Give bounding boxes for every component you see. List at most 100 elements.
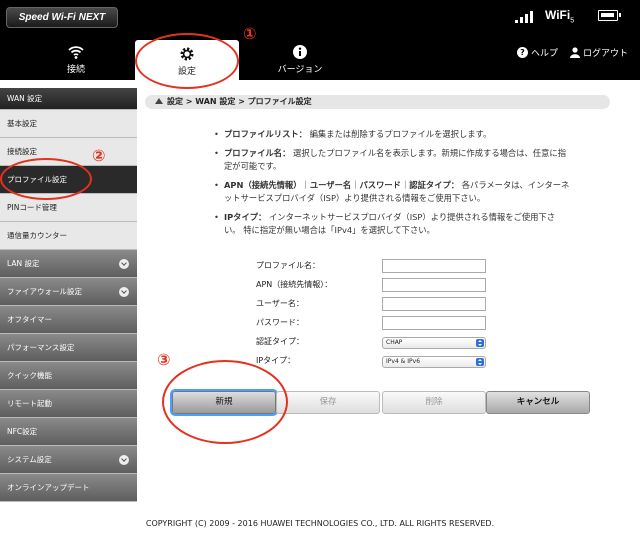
cancel-button[interactable]: キャンセル [486, 391, 590, 414]
status-bar: Speed Wi-Fi NEXT WiFi5 [0, 0, 640, 36]
tab-version-label: バージョン [277, 65, 323, 75]
signal-icon [515, 11, 537, 23]
sidebar-item-label: NFC設定 [7, 427, 38, 436]
info-term: APN（接続先情報） [224, 180, 302, 190]
sidebar-item-pin-management[interactable]: PINコード管理 [0, 194, 137, 222]
logout-link[interactable]: ログアウト [569, 46, 628, 59]
info-icon [293, 45, 307, 59]
sidebar-item-basic-settings[interactable]: 基本設定 [0, 110, 137, 138]
sidebar-item-label: リモート起動 [7, 399, 52, 408]
username-input[interactable] [382, 297, 486, 311]
sidebar-item-quick-function[interactable]: クイック機能 [0, 362, 137, 390]
info-text: 編集または削除するプロファイルを選択します。 [306, 129, 492, 139]
product-logo: Speed Wi-Fi NEXT [6, 7, 118, 28]
username-label: ユーザー名： [256, 299, 304, 308]
profile-name-input[interactable] [382, 259, 486, 273]
info-term: パスワード [359, 180, 401, 190]
wifi-label: WiFi [545, 8, 571, 22]
profile-name-label: プロファイル名： [256, 261, 320, 270]
sidebar: WAN 設定 基本設定 接続設定 プロファイル設定 PINコード管理 通信量カウ… [0, 88, 137, 502]
auth-type-value: CHAP [386, 339, 403, 346]
sidebar-item-label: 基本設定 [7, 119, 37, 128]
sidebar-item-label: パフォーマンス設定 [7, 343, 75, 352]
save-button[interactable]: 保存 [276, 391, 380, 414]
delete-button[interactable]: 削除 [382, 391, 486, 414]
triangle-up-icon [155, 98, 163, 104]
auth-type-select[interactable]: CHAP [382, 337, 486, 349]
annotation-ring-profile [0, 158, 92, 200]
select-arrows-icon [476, 339, 484, 347]
battery-icon [598, 10, 621, 21]
annotation-ring-settings [135, 33, 239, 89]
username-row: ユーザー名： [256, 296, 496, 312]
wifi-status: WiFi5 [545, 8, 574, 24]
sidebar-item-label: システム設定 [7, 455, 52, 464]
sidebar-item-wan-settings[interactable]: WAN 設定 [0, 88, 137, 110]
sidebar-item-traffic-counter[interactable]: 通信量カウンター [0, 222, 137, 250]
info-term: プロファイル名： [224, 148, 291, 158]
wifi-band: 5 [570, 17, 575, 25]
tab-connection-label: 接続 [66, 65, 85, 75]
sidebar-item-label: オフタイマー [7, 315, 52, 324]
auth-type-label: 認証タイプ： [256, 337, 304, 346]
password-input[interactable] [382, 316, 486, 330]
sidebar-item-label: WAN 設定 [7, 94, 43, 103]
help-icon: ? [516, 47, 528, 58]
annotation-mark-3: ③ [157, 350, 171, 369]
copyright-footer: COPYRIGHT (C) 2009 - 2016 HUAWEI TECHNOL… [145, 519, 495, 528]
chevron-down-icon [119, 455, 129, 465]
apn-label: APN（接続先情報）： [256, 280, 333, 289]
auth-type-row: 認証タイプ： CHAP [256, 334, 496, 350]
logout-label: ログアウト [582, 49, 628, 59]
header-actions: ? ヘルプ ログアウト [516, 46, 628, 59]
sidebar-item-performance-settings[interactable]: パフォーマンス設定 [0, 334, 137, 362]
annotation-mark-2: ② [92, 146, 106, 165]
main-nav: 接続 設定 バージョン ? ヘルプ ログアウト [0, 36, 640, 80]
apn-row: APN（接続先情報）： [256, 277, 496, 293]
annotation-ring-new [162, 360, 288, 444]
info-ip-type: IPタイプ： インターネットサービスプロバイダ（ISP）より提供される情報をご使… [210, 211, 570, 237]
info-term: 認証タイプ： [409, 180, 460, 190]
info-text: インターネットサービスプロバイダ（ISP）より提供される情報をご使用下さい。 特… [224, 212, 556, 235]
password-label: パスワード： [256, 318, 304, 327]
help-label: ヘルプ [530, 49, 558, 59]
sidebar-item-firewall-settings[interactable]: ファイアウォール設定 [0, 278, 137, 306]
ip-type-value: IPv4 & IPv6 [386, 358, 421, 365]
info-term: ユーザー名 [309, 180, 352, 190]
ip-type-label: IPタイプ： [256, 356, 296, 365]
select-arrows-icon [476, 358, 484, 366]
tab-version[interactable]: バージョン [248, 36, 352, 80]
wifi-icon [68, 46, 84, 59]
sidebar-item-remote-wakeup[interactable]: リモート起動 [0, 390, 137, 418]
info-apn-params: APN（接続先情報）｜ユーザー名｜パスワード｜認証タイプ： 各パラメータは、イン… [210, 179, 570, 205]
ip-type-row: IPタイプ： IPv4 & IPv6 [256, 353, 496, 369]
help-description: プロファイルリスト： 編集または削除するプロファイルを選択します。 プロファイル… [210, 128, 570, 243]
sidebar-item-label: LAN 設定 [7, 259, 40, 268]
breadcrumb: 設定 > WAN 設定 > プロファイル設定 [145, 95, 610, 109]
sidebar-item-online-update[interactable]: オンラインアップデート [0, 474, 137, 502]
sidebar-item-label: クイック機能 [7, 371, 52, 380]
help-link[interactable]: ? ヘルプ [516, 46, 558, 59]
user-icon [569, 47, 580, 58]
sidebar-item-off-timer[interactable]: オフタイマー [0, 306, 137, 334]
chevron-down-icon [119, 287, 129, 297]
chevron-down-icon [119, 259, 129, 269]
info-profile-list: プロファイルリスト： 編集または削除するプロファイルを選択します。 [210, 128, 570, 141]
apn-input[interactable] [382, 278, 486, 292]
sidebar-item-nfc-settings[interactable]: NFC設定 [0, 418, 137, 446]
sidebar-item-label: 通信量カウンター [7, 231, 67, 240]
ip-type-select[interactable]: IPv4 & IPv6 [382, 356, 486, 368]
info-term: IPタイプ： [224, 212, 267, 222]
profile-name-row: プロファイル名： [256, 258, 496, 274]
sidebar-item-lan-settings[interactable]: LAN 設定 [0, 250, 137, 278]
annotation-mark-1: ① [243, 24, 257, 43]
sidebar-item-label: PINコード管理 [7, 203, 57, 212]
info-term: プロファイルリスト： [224, 129, 307, 139]
sidebar-item-system-settings[interactable]: システム設定 [0, 446, 137, 474]
sidebar-item-label: ファイアウォール設定 [7, 287, 82, 296]
info-sep: ｜ [301, 180, 310, 190]
sidebar-item-label: オンラインアップデート [7, 483, 90, 492]
sidebar-item-label: 接続設定 [7, 147, 37, 156]
tab-connection[interactable]: 接続 [24, 36, 128, 80]
info-profile-name: プロファイル名： 選択したプロファイル名を表示します。新規に作成する場合は、任意… [210, 147, 570, 173]
